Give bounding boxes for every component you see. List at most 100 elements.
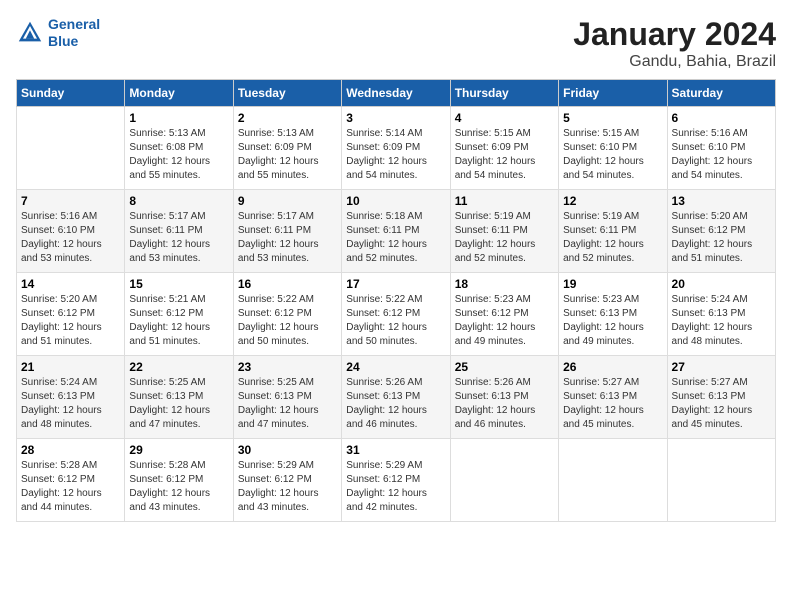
calendar-cell: 20Sunrise: 5:24 AMSunset: 6:13 PMDayligh… <box>667 273 775 356</box>
calendar-cell: 25 Sunrise: 5:26 AMSunset: 6:13 PMDayligh… <box>450 356 558 439</box>
day-info: Sunrise: 5:26 AMSunset: 6:13 PMDaylight:… <box>346 376 445 432</box>
day-info: Sunrise: 5:13 AMSunset: 6:09 PMDaylight:… <box>238 127 337 183</box>
calendar-cell: 21 Sunrise: 5:24 AMSunset: 6:13 PMDayligh… <box>17 356 125 439</box>
day-info: Sunrise: 5:17 AMSunset: 6:11 PMDaylight:… <box>129 210 228 266</box>
day-number: 20 <box>672 277 771 291</box>
calendar-cell: 13 Sunrise: 5:20 AMSunset: 6:12 PMDayligh… <box>667 190 775 273</box>
calendar-cell: 11 Sunrise: 5:19 AMSunset: 6:11 PMDayligh… <box>450 190 558 273</box>
day-number: 5 <box>563 111 662 125</box>
day-number: 22 <box>129 360 228 374</box>
page-header: General Blue January 2024 Gandu, Bahia, … <box>16 16 776 71</box>
calendar-cell: 14 Sunrise: 5:20 AMSunset: 6:12 PMDayligh… <box>17 273 125 356</box>
day-info: Sunrise: 5:26 AMSunset: 6:13 PMDaylight:… <box>455 376 554 432</box>
day-info: Sunrise: 5:27 AMSunset: 6:13 PMDaylight:… <box>563 376 662 432</box>
day-info: Sunrise: 5:19 AMSunset: 6:11 PMDaylight:… <box>563 210 662 266</box>
calendar-cell: 12 Sunrise: 5:19 AMSunset: 6:11 PMDayligh… <box>559 190 667 273</box>
calendar-cell: 15Sunrise: 5:21 AMSunset: 6:12 PMDayligh… <box>125 273 233 356</box>
day-info: Sunrise: 5:22 AMSunset: 6:12 PMDaylight:… <box>346 293 445 349</box>
day-info: Sunrise: 5:22 AMSunset: 6:12 PMDaylight:… <box>238 293 337 349</box>
day-info: Sunrise: 5:28 AMSunset: 6:12 PMDaylight:… <box>129 459 228 515</box>
day-number: 2 <box>238 111 337 125</box>
calendar-week-row: 28Sunrise: 5:28 AMSunset: 6:12 PMDayligh… <box>17 439 776 522</box>
day-number: 31 <box>346 443 445 457</box>
calendar-cell: 10Sunrise: 5:18 AMSunset: 6:11 PMDayligh… <box>342 190 450 273</box>
day-info: Sunrise: 5:19 AMSunset: 6:11 PMDaylight:… <box>455 210 554 266</box>
calendar-cell <box>559 439 667 522</box>
day-info: Sunrise: 5:24 AMSunset: 6:13 PMDaylight:… <box>21 376 120 432</box>
weekday-header: Friday <box>559 80 667 107</box>
weekday-header-row: SundayMondayTuesdayWednesdayThursdayFrid… <box>17 80 776 107</box>
day-info: Sunrise: 5:23 AMSunset: 6:13 PMDaylight:… <box>563 293 662 349</box>
calendar-cell: 9 Sunrise: 5:17 AMSunset: 6:11 PMDaylight… <box>233 190 341 273</box>
calendar-cell: 31 Sunrise: 5:29 AMSunset: 6:12 PMDayligh… <box>342 439 450 522</box>
day-number: 15 <box>129 277 228 291</box>
weekday-header: Sunday <box>17 80 125 107</box>
calendar-cell: 6 Sunrise: 5:16 AMSunset: 6:10 PMDaylight… <box>667 107 775 190</box>
calendar-cell: 27 Sunrise: 5:27 AMSunset: 6:13 PMDayligh… <box>667 356 775 439</box>
day-number: 25 <box>455 360 554 374</box>
day-number: 30 <box>238 443 337 457</box>
calendar-cell: 5 Sunrise: 5:15 AMSunset: 6:10 PMDaylight… <box>559 107 667 190</box>
day-number: 11 <box>455 194 554 208</box>
day-number: 4 <box>455 111 554 125</box>
day-number: 18 <box>455 277 554 291</box>
day-number: 9 <box>238 194 337 208</box>
logo-line2: Blue <box>48 33 78 49</box>
logo-line1: General <box>48 16 100 32</box>
calendar-cell: 17 Sunrise: 5:22 AMSunset: 6:12 PMDayligh… <box>342 273 450 356</box>
day-info: Sunrise: 5:28 AMSunset: 6:12 PMDaylight:… <box>21 459 120 515</box>
weekday-header: Saturday <box>667 80 775 107</box>
day-info: Sunrise: 5:25 AMSunset: 6:13 PMDaylight:… <box>129 376 228 432</box>
day-info: Sunrise: 5:14 AMSunset: 6:09 PMDaylight:… <box>346 127 445 183</box>
calendar-week-row: 14 Sunrise: 5:20 AMSunset: 6:12 PMDayligh… <box>17 273 776 356</box>
day-number: 7 <box>21 194 120 208</box>
day-number: 8 <box>129 194 228 208</box>
calendar-cell: 29 Sunrise: 5:28 AMSunset: 6:12 PMDayligh… <box>125 439 233 522</box>
day-number: 17 <box>346 277 445 291</box>
day-number: 12 <box>563 194 662 208</box>
calendar-cell: 24 Sunrise: 5:26 AMSunset: 6:13 PMDayligh… <box>342 356 450 439</box>
day-info: Sunrise: 5:17 AMSunset: 6:11 PMDaylight:… <box>238 210 337 266</box>
logo: General Blue <box>16 16 100 50</box>
calendar-cell: 2 Sunrise: 5:13 AMSunset: 6:09 PMDaylight… <box>233 107 341 190</box>
logo-icon <box>16 19 44 47</box>
day-number: 24 <box>346 360 445 374</box>
calendar-week-row: 7Sunrise: 5:16 AMSunset: 6:10 PMDaylight… <box>17 190 776 273</box>
day-number: 19 <box>563 277 662 291</box>
calendar-cell: 1 Sunrise: 5:13 AMSunset: 6:08 PMDaylight… <box>125 107 233 190</box>
day-info: Sunrise: 5:20 AMSunset: 6:12 PMDaylight:… <box>672 210 771 266</box>
day-info: Sunrise: 5:23 AMSunset: 6:12 PMDaylight:… <box>455 293 554 349</box>
day-number: 23 <box>238 360 337 374</box>
day-number: 6 <box>672 111 771 125</box>
day-info: Sunrise: 5:25 AMSunset: 6:13 PMDaylight:… <box>238 376 337 432</box>
day-info: Sunrise: 5:15 AMSunset: 6:10 PMDaylight:… <box>563 127 662 183</box>
day-number: 14 <box>21 277 120 291</box>
page-subtitle: Gandu, Bahia, Brazil <box>573 53 776 71</box>
day-number: 29 <box>129 443 228 457</box>
day-number: 26 <box>563 360 662 374</box>
day-info: Sunrise: 5:13 AMSunset: 6:08 PMDaylight:… <box>129 127 228 183</box>
calendar-cell: 26 Sunrise: 5:27 AMSunset: 6:13 PMDayligh… <box>559 356 667 439</box>
logo-text: General Blue <box>48 16 100 50</box>
calendar-cell: 3Sunrise: 5:14 AMSunset: 6:09 PMDaylight… <box>342 107 450 190</box>
calendar-table: SundayMondayTuesdayWednesdayThursdayFrid… <box>16 79 776 522</box>
day-number: 1 <box>129 111 228 125</box>
weekday-header: Wednesday <box>342 80 450 107</box>
day-info: Sunrise: 5:20 AMSunset: 6:12 PMDaylight:… <box>21 293 120 349</box>
calendar-cell <box>450 439 558 522</box>
day-info: Sunrise: 5:27 AMSunset: 6:13 PMDaylight:… <box>672 376 771 432</box>
calendar-week-row: 1 Sunrise: 5:13 AMSunset: 6:08 PMDaylight… <box>17 107 776 190</box>
calendar-cell: 19 Sunrise: 5:23 AMSunset: 6:13 PMDayligh… <box>559 273 667 356</box>
calendar-cell <box>17 107 125 190</box>
day-number: 10 <box>346 194 445 208</box>
day-number: 27 <box>672 360 771 374</box>
calendar-cell: 23 Sunrise: 5:25 AMSunset: 6:13 PMDayligh… <box>233 356 341 439</box>
day-info: Sunrise: 5:16 AMSunset: 6:10 PMDaylight:… <box>672 127 771 183</box>
day-info: Sunrise: 5:29 AMSunset: 6:12 PMDaylight:… <box>238 459 337 515</box>
day-number: 16 <box>238 277 337 291</box>
calendar-cell: 4Sunrise: 5:15 AMSunset: 6:09 PMDaylight… <box>450 107 558 190</box>
day-info: Sunrise: 5:29 AMSunset: 6:12 PMDaylight:… <box>346 459 445 515</box>
calendar-cell: 7Sunrise: 5:16 AMSunset: 6:10 PMDaylight… <box>17 190 125 273</box>
day-number: 13 <box>672 194 771 208</box>
day-number: 21 <box>21 360 120 374</box>
